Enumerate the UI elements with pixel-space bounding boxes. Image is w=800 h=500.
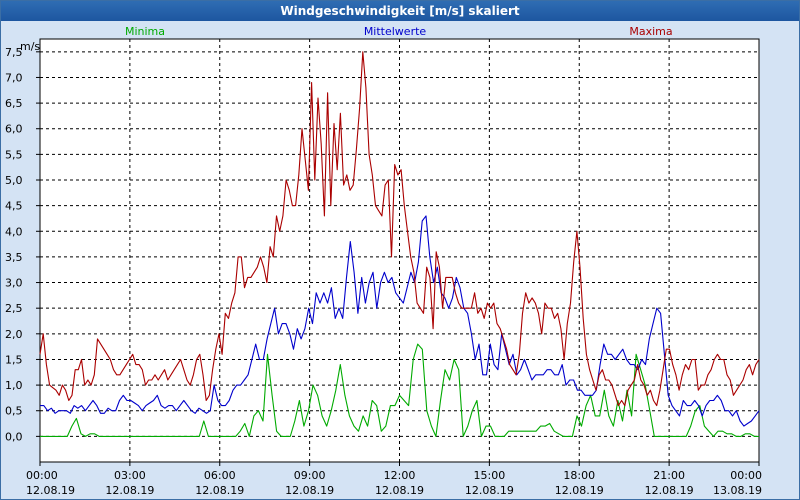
legend-label-minima: Minima [125, 25, 165, 38]
x-tick-time-label: 21:00 [653, 469, 685, 482]
wind-speed-chart: 0,0 0,5 1,0 1,5 2,0 2,5 3,0 3,5 4,0 4,5 5,0 5,5 6,0 6… [5, 25, 762, 497]
y-tick-label: 0,0 [5, 430, 23, 443]
x-tick-time-label: 03:00 [114, 469, 146, 482]
y-tick-label: 5,0 [5, 174, 23, 187]
y-tick-label: 4,5 [5, 200, 23, 213]
legend-label-maxima: Maxima [629, 25, 672, 38]
y-tick-label: 6,0 [5, 123, 23, 136]
y-tick-label: 1,0 [5, 379, 23, 392]
x-tick-date-label: 12.08.19 [26, 484, 75, 497]
x-tick-time-label: 15:00 [474, 469, 506, 482]
y-tick-label: 6,5 [5, 97, 23, 110]
x-tick-time-label: 00:00 [730, 469, 762, 482]
y-tick-label: 2,5 [5, 302, 23, 315]
y-tick-label: 4,0 [5, 225, 23, 238]
x-tick-time-label: 12:00 [384, 469, 416, 482]
x-tick-time-label: 06:00 [204, 469, 236, 482]
x-tick-date-label: 12.08.19 [375, 484, 424, 497]
y-tick-label: 1,5 [5, 353, 23, 366]
y-tick-label: 5,5 [5, 148, 23, 161]
x-tick-time-label: 09:00 [294, 469, 326, 482]
x-tick-date-label: 12.08.19 [465, 484, 514, 497]
y-tick-label: 3,5 [5, 251, 23, 264]
legend: Minima Mittelwerte Maxima [125, 25, 673, 38]
x-tick-date-label: 12.08.19 [555, 484, 604, 497]
x-tick-time-label: 00:00 [26, 469, 58, 482]
x-tick-time-label: 18:00 [563, 469, 595, 482]
y-tick-label: 0,5 [5, 405, 23, 418]
x-tick-date-label: 13.08.19 [713, 484, 762, 497]
x-tick-date-label: 12.08.19 [285, 484, 334, 497]
x-tick-date-label: 12.08.19 [105, 484, 154, 497]
x-tick-date-label: 12.08.19 [645, 484, 694, 497]
y-tick-label: 2,0 [5, 328, 23, 341]
y-axis-unit-label: m/s [20, 40, 40, 53]
x-tick-date-label: 12.08.19 [195, 484, 244, 497]
y-tick-label: 3,0 [5, 277, 23, 290]
y-tick-label: 7,0 [5, 71, 23, 84]
legend-label-mittelwerte: Mittelwerte [364, 25, 427, 38]
